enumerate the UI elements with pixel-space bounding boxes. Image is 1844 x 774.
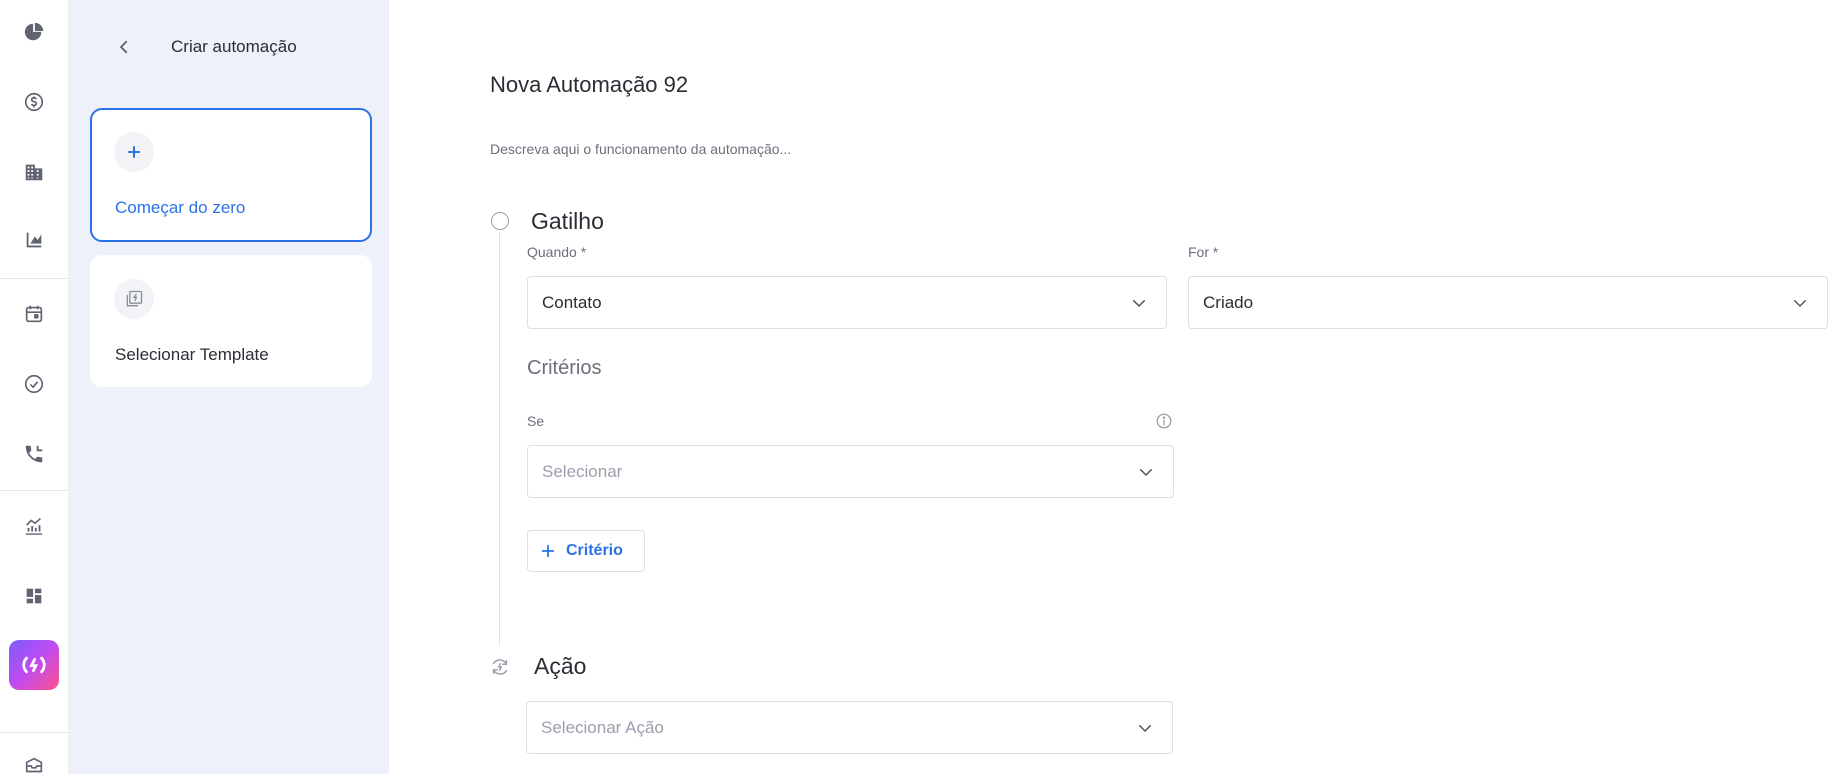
chevron-down-icon (1140, 469, 1152, 477)
when-value: Contato (542, 292, 602, 312)
panel-title: Criar automação (171, 37, 297, 56)
building-icon[interactable] (20, 158, 48, 186)
if-placeholder: Selecionar (542, 461, 623, 481)
for-value: Criado (1203, 292, 1254, 312)
phone-icon[interactable] (20, 440, 48, 468)
back-button[interactable] (109, 32, 139, 62)
action-title: Ação (534, 653, 587, 679)
when-label: Quando * (527, 244, 587, 260)
icon-rail (0, 0, 69, 774)
criteria-title: Critérios (527, 357, 602, 379)
panel-header: Criar automação (109, 30, 297, 64)
chevron-down-icon (1139, 725, 1151, 733)
for-select[interactable]: Criado (1188, 276, 1828, 329)
action-step-icon (492, 659, 508, 675)
info-icon[interactable] (1155, 412, 1173, 430)
description-field[interactable]: Descreva aqui o funcionamento da automaç… (490, 141, 791, 157)
for-label: For * (1188, 244, 1219, 260)
inbox-icon[interactable] (20, 752, 48, 774)
card-label: Começar do zero (115, 198, 246, 217)
chevron-left-icon (119, 40, 128, 54)
step-connector (499, 232, 500, 646)
if-select[interactable]: Selecionar (527, 445, 1174, 498)
add-criteria-button[interactable]: Critério (527, 530, 645, 572)
automation-editor: Nova Automação 92 Descreva aqui o funcio… (389, 0, 1844, 774)
action-placeholder: Selecionar Ação (541, 717, 664, 737)
pie-chart-icon[interactable] (20, 18, 48, 46)
dashboard-icon[interactable] (20, 582, 48, 610)
template-icon (114, 279, 154, 319)
start-from-scratch-card[interactable]: Começar do zero (90, 108, 372, 242)
automation-panel: Criar automação Começar do zero Selecion… (69, 0, 389, 774)
automation-icon[interactable] (9, 640, 59, 690)
chevron-down-icon (1133, 300, 1145, 308)
trigger-title: Gatilho (531, 208, 604, 234)
automation-title[interactable]: Nova Automação 92 (490, 72, 688, 98)
chevron-down-icon (1794, 300, 1806, 308)
check-circle-icon[interactable] (20, 370, 48, 398)
when-select[interactable]: Contato (527, 276, 1167, 329)
trending-chart-icon[interactable] (20, 512, 48, 540)
add-criteria-label: Critério (566, 542, 623, 559)
trigger-step-dot (491, 212, 509, 230)
plus-icon (114, 132, 154, 172)
calendar-icon[interactable] (20, 300, 48, 328)
if-label: Se (527, 413, 545, 429)
dollar-icon[interactable] (20, 88, 48, 116)
action-select[interactable]: Selecionar Ação (526, 701, 1173, 754)
card-label: Selecionar Template (115, 345, 269, 364)
select-template-card[interactable]: Selecionar Template (90, 255, 372, 387)
chart-ruler-icon[interactable] (20, 226, 48, 254)
plus-icon (541, 544, 555, 558)
